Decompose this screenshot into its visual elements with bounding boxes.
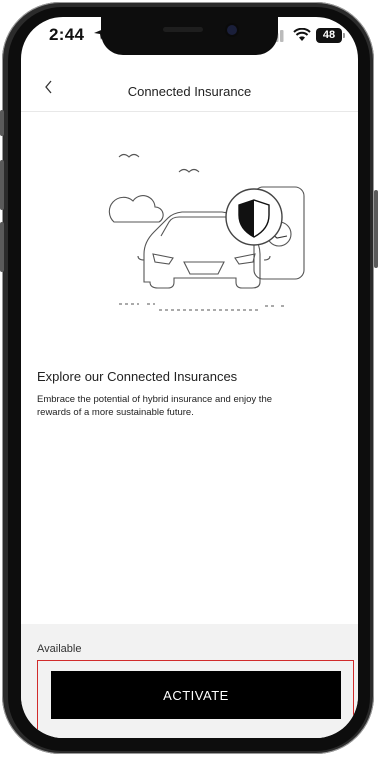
page-title: Connected Insurance bbox=[127, 84, 252, 99]
speaker-grille bbox=[163, 27, 203, 32]
section-heading: Explore our Connected Insurances bbox=[37, 369, 238, 384]
power-button bbox=[374, 190, 378, 268]
section-description: Embrace the potential of hybrid insuranc… bbox=[37, 394, 273, 418]
phone-frame: 2:44 48 Connected Insurance Explore our … bbox=[0, 0, 378, 758]
status-bar: 2:44 48 bbox=[21, 17, 358, 61]
app-screen: 2:44 48 Connected Insurance Explore our … bbox=[21, 17, 358, 738]
availability-label: Available bbox=[37, 643, 82, 655]
nav-bar: Connected Insurance bbox=[21, 71, 358, 112]
volume-down-button bbox=[0, 222, 4, 272]
car-insurance-illustration bbox=[108, 153, 305, 311]
status-time: 2:44 bbox=[49, 25, 85, 44]
silent-switch bbox=[0, 110, 4, 136]
wifi-icon bbox=[293, 28, 311, 41]
front-camera bbox=[227, 25, 237, 35]
notch bbox=[101, 17, 278, 55]
battery-indicator: 48 bbox=[316, 28, 342, 43]
activate-button[interactable]: ACTIVATE bbox=[51, 671, 341, 719]
battery-tip bbox=[343, 33, 345, 38]
volume-up-button bbox=[0, 160, 4, 210]
